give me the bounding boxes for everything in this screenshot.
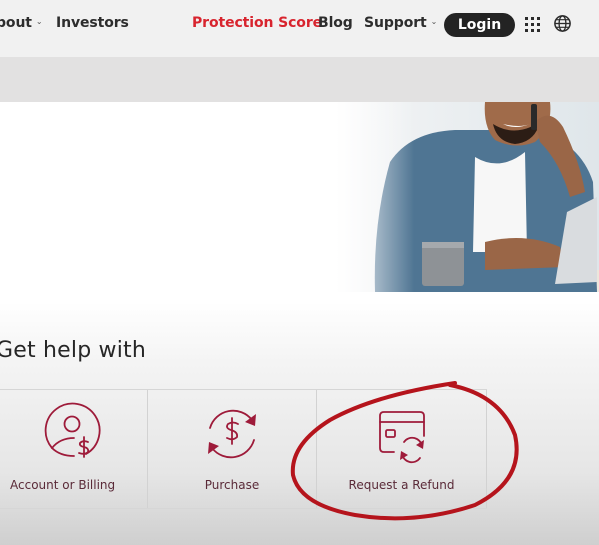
help-section: Get help with Account or Billing Purchas… <box>0 302 599 545</box>
card-label: Account or Billing <box>10 478 116 492</box>
dollar-cycle-icon <box>208 409 256 459</box>
nav-about[interactable]: bout ⌄ <box>0 15 43 31</box>
nav-about-label: bout <box>0 15 32 31</box>
help-title: Get help with <box>0 338 147 363</box>
card-refund-icon <box>378 411 425 464</box>
chevron-down-icon: ⌄ <box>35 17 43 26</box>
apps-grid-icon[interactable] <box>525 17 540 32</box>
card-request-refund[interactable]: Request a Refund <box>317 390 487 508</box>
nav-investors[interactable]: Investors <box>56 15 129 31</box>
secondary-band <box>0 57 599 102</box>
help-cards: Account or Billing Purchase Request a Re… <box>0 389 487 509</box>
globe-icon[interactable] <box>553 14 572 33</box>
user-dollar-icon <box>44 402 100 458</box>
nav-support[interactable]: Support ⌄ <box>364 15 437 31</box>
nav-support-label: Support <box>364 15 427 31</box>
hero-section <box>0 102 599 302</box>
nav-protection-score[interactable]: Protection Score <box>192 15 322 31</box>
top-navigation: bout ⌄ Investors Protection Score Blog Su… <box>0 0 599 57</box>
hero-photo <box>335 102 599 292</box>
card-account-billing[interactable]: Account or Billing <box>0 390 148 508</box>
card-label: Purchase <box>204 478 260 492</box>
nav-blog[interactable]: Blog <box>318 15 353 31</box>
chevron-down-icon: ⌄ <box>430 17 438 26</box>
login-button[interactable]: Login <box>444 13 515 37</box>
card-label: Request a Refund <box>348 478 455 492</box>
card-purchase[interactable]: Purchase <box>148 390 317 508</box>
